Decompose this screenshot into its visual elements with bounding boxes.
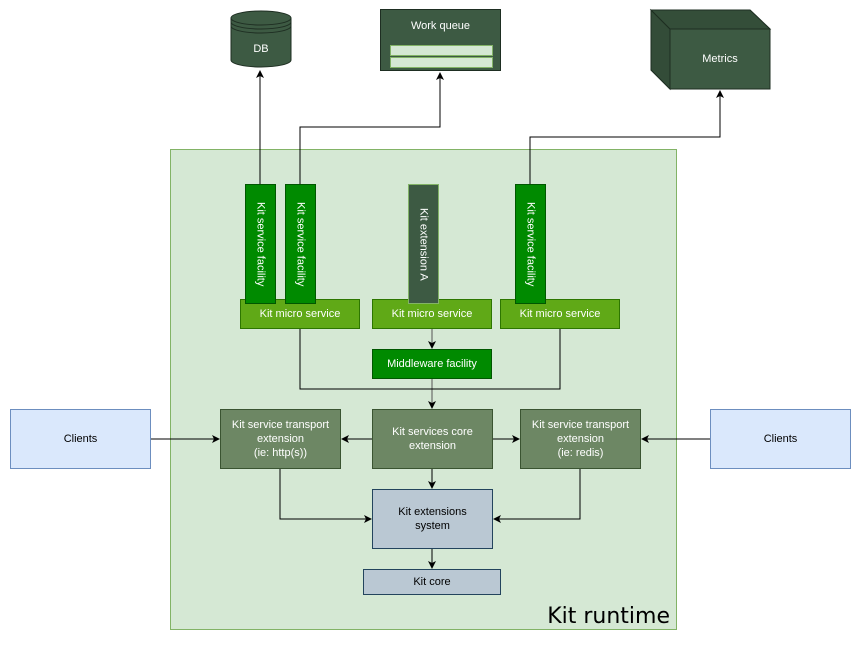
facility-label: Kit service facility <box>294 201 307 287</box>
clients-label: Clients <box>763 433 798 445</box>
clients-right[interactable]: Clients <box>710 409 851 469</box>
micro-service-label: Kit micro service <box>391 308 473 320</box>
core-ext-line: extension <box>408 440 457 452</box>
kit-core-label: Kit core <box>413 576 451 588</box>
extension-a-label: Kit extension A <box>417 207 430 281</box>
extensions-system[interactable]: Kit extensions system <box>372 489 493 549</box>
transport-line: (ie: http(s)) <box>253 447 308 459</box>
transport-line: Kit service transport <box>531 419 630 431</box>
clients-left[interactable]: Clients <box>10 409 151 469</box>
service-facility-1[interactable]: Kit service facility <box>245 184 276 304</box>
kit-extension-a[interactable]: Kit extension A <box>408 184 439 304</box>
edge-transport-right-extsys <box>493 469 581 523</box>
micro-service-label: Kit micro service <box>259 308 341 320</box>
edge-facility-queue <box>299 72 444 184</box>
edge-facility-metrics <box>529 90 724 184</box>
extsys-line: system <box>415 520 450 532</box>
micro-service-label: Kit micro service <box>519 308 601 320</box>
clients-label: Clients <box>63 433 98 445</box>
transport-line: extension <box>556 433 605 445</box>
extsys-line: Kit extensions <box>398 506 467 518</box>
transport-line: extension <box>256 433 305 445</box>
edge-transport-left-extsys <box>279 469 372 523</box>
facility-label: Kit service facility <box>254 201 267 287</box>
service-facility-2[interactable]: Kit service facility <box>285 184 316 304</box>
middleware-label: Middleware facility <box>387 358 477 370</box>
transport-line: (ie: redis) <box>557 447 604 459</box>
core-ext-line: Kit services core <box>392 426 473 438</box>
facility-label: Kit service facility <box>524 201 537 287</box>
transport-extension-redis[interactable]: Kit service transport extension (ie: red… <box>520 409 641 469</box>
kit-core[interactable]: Kit core <box>363 569 501 595</box>
transport-line: Kit service transport <box>231 419 330 431</box>
service-facility-3[interactable]: Kit service facility <box>515 184 546 304</box>
middleware-facility[interactable]: Middleware facility <box>372 349 492 379</box>
services-core-extension[interactable]: Kit services core extension <box>372 409 493 469</box>
transport-extension-http[interactable]: Kit service transport extension (ie: htt… <box>220 409 341 469</box>
